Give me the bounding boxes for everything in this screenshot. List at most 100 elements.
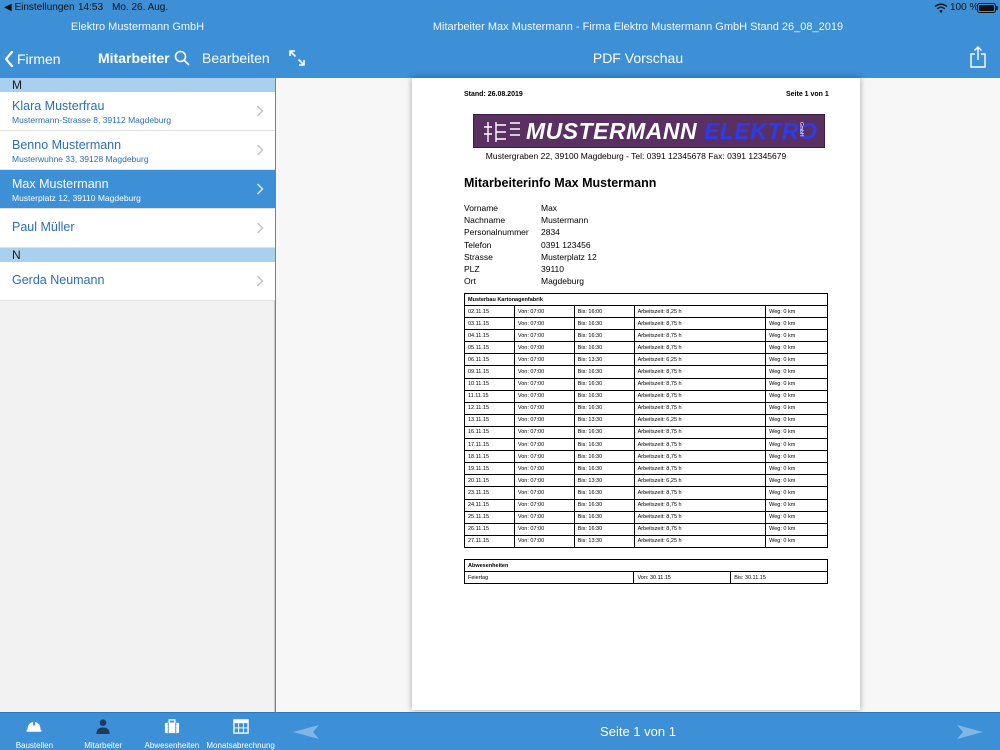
from-cell: Von: 07:00: [513, 413, 575, 427]
info-row: Nachname Mustermann: [464, 214, 597, 226]
pdf-page: Stand: 26.08.2019 Seite 1 von 1 MUSTERMA…: [412, 78, 860, 710]
from-cell: Von: 07:00: [513, 462, 575, 476]
table-row: 17.11.15 Von: 07:00 Bis: 16:30 Arbeitszeit:…: [464, 438, 828, 452]
from-cell: Von: 07:00: [513, 353, 575, 367]
chevron-left-icon: [4, 51, 14, 67]
table-row: 03.11.15 Von: 07:00 Bis: 16:30 Arbeitszeit:…: [464, 317, 828, 331]
to-cell: Bis: 13:30: [573, 353, 635, 367]
back-button[interactable]: Firmen: [4, 49, 61, 69]
date-cell: 10.11.15: [464, 377, 515, 391]
from-cell: Von: 07:00: [513, 329, 575, 343]
hours-cell: Arbeitszeit: 8,75 h: [633, 377, 767, 391]
helmet-icon: [26, 720, 42, 732]
company-address-line: Mustergraben 22, 39100 Magdeburg - Tel: …: [485, 151, 787, 161]
hours-cell: Arbeitszeit: 8,75 h: [633, 522, 767, 536]
table-row: 25.11.15 Von: 07:00 Bis: 16:30 Arbeitszeit:…: [464, 510, 828, 524]
info-value: 0391 123456: [541, 239, 591, 250]
hours-cell: Arbeitszeit: 6,25 h: [633, 353, 767, 367]
from-cell: Von: 07:00: [513, 317, 575, 331]
list-item-selected[interactable]: Max Mustermann Musterplatz 12, 39110 Mag…: [0, 170, 275, 209]
hours-cell: Arbeitszeit: 8,75 h: [633, 498, 767, 512]
distance-cell: Weg: 0 km: [765, 413, 828, 427]
hours-cell: Arbeitszeit: 6,25 h: [633, 474, 767, 488]
employee-name: Max Mustermann: [12, 177, 109, 191]
table-row: 20.11.15 Von: 07:00 Bis: 13:30 Arbeitszeit:…: [464, 474, 828, 488]
calendar-icon: [232, 719, 249, 734]
work-table-title: Musterbau Kartonagenfabrik: [464, 293, 828, 306]
from-cell: Von: 07:00: [513, 389, 575, 403]
detail-pane: 100 % Mitarbeiter Max Mustermann - Firma…: [276, 0, 1000, 750]
tab-mitarbeiter[interactable]: Mitarbeiter: [69, 713, 138, 750]
search-icon[interactable]: [174, 50, 190, 66]
table-row: 04.11.15 Von: 07:00 Bis: 16:30 Arbeitszeit:…: [464, 329, 828, 343]
date-cell: 12.11.15: [464, 401, 515, 415]
to-cell: Bis: 16:30: [573, 522, 635, 536]
tab-abwesenheiten[interactable]: Abwesenheiten: [138, 713, 207, 750]
status-back-app[interactable]: ◀ Einstellungen: [4, 2, 75, 13]
list-item[interactable]: Gerda Neumann: [0, 262, 275, 301]
to-cell: Bis: 16:30: [573, 438, 635, 452]
info-value: Magdeburg: [541, 276, 585, 287]
info-label: Vorname: [464, 203, 499, 213]
from-cell: Von: 07:00: [513, 486, 575, 500]
info-value: Mustermann: [541, 215, 589, 226]
tab-bar: Baustellen Mitarbeiter Abwesenheiten Mon…: [0, 712, 275, 750]
page-indicator: Seite 1 von 1: [600, 724, 676, 739]
list-item[interactable]: Klara Musterfrau Mustermann-Strasse 8, 3…: [0, 92, 275, 131]
distance-cell: Weg: 0 km: [765, 329, 828, 343]
info-label: PLZ: [464, 264, 480, 275]
status-time: 14:53: [78, 2, 104, 13]
table-row: 16.11.15 Von: 07:00 Bis: 16:30 Arbeitszeit:…: [464, 425, 828, 440]
company-logo: MUSTERMANN ELEKTRO GmbH: [473, 114, 825, 148]
hours-cell: Arbeitszeit: 8,75 h: [633, 425, 767, 440]
to-cell: Bis: 13:30: [573, 413, 635, 427]
hours-cell: Arbeitszeit: 8,75 h: [633, 365, 767, 379]
tab-monatsabrechnung[interactable]: Monatsabrechnung: [206, 713, 275, 750]
info-value: 2834: [541, 227, 560, 238]
info-label: Ort: [464, 276, 476, 287]
employee-name: Paul Müller: [12, 220, 75, 234]
distance-cell: Weg: 0 km: [765, 317, 828, 331]
tab-label: Mitarbeiter: [84, 741, 123, 750]
from-cell: Von: 07:00: [513, 450, 575, 464]
to-cell: Bis: 16:30: [573, 462, 635, 476]
chevron-right-icon: [256, 275, 264, 287]
date-cell: 27.11.15: [464, 534, 515, 548]
list-item[interactable]: Benno Mustermann Musterwuhne 33, 39128 M…: [0, 131, 275, 170]
document-title: Mitarbeiter Max Mustermann - Firma Elekt…: [432, 21, 844, 33]
distance-cell: Weg: 0 km: [765, 438, 828, 452]
info-label: Strasse: [464, 251, 493, 262]
table-row: 18.11.15 Von: 07:00 Bis: 16:30 Arbeitszeit:…: [464, 450, 828, 464]
battery-icon: [977, 3, 998, 13]
table-row: 02.11.15 Von: 07:00 Bis: 16:00 Arbeitszeit:…: [464, 304, 828, 319]
distance-cell: Weg: 0 km: [765, 353, 828, 367]
from-cell: Von: 07:00: [513, 522, 575, 536]
tab-label: Baustellen: [15, 741, 54, 750]
status-date: Mo. 26. Aug.: [112, 2, 169, 13]
section-header-n: N: [0, 248, 275, 262]
info-row: Ort Magdeburg: [464, 275, 597, 287]
tab-baustellen[interactable]: Baustellen: [0, 713, 69, 750]
section-header-m: M: [0, 78, 275, 92]
edit-button[interactable]: Bearbeiten: [202, 50, 270, 66]
employee-info: Vorname Max Nachname Mustermann Personalnu…: [464, 202, 597, 287]
pdf-heading: Mitarbeiterinfo Max Mustermann: [464, 176, 657, 190]
pdf-preview-title: PDF Vorschau: [592, 50, 684, 66]
table-row: 09.11.15 Von: 07:00 Bis: 16:30 Arbeitszeit:…: [464, 365, 828, 379]
distance-cell: Weg: 0 km: [765, 425, 828, 440]
hours-cell: Arbeitszeit: 8,75 h: [633, 317, 767, 331]
date-cell: 04.11.15: [464, 329, 515, 343]
hours-cell: Arbeitszeit: 8,75 h: [633, 438, 767, 452]
to-cell: Bis: 16:30: [573, 401, 635, 415]
next-page-icon[interactable]: [956, 722, 984, 742]
tab-label: Monatsabrechnung: [206, 741, 275, 750]
list-item[interactable]: Paul Müller: [0, 209, 275, 248]
logo-emblem-icon: [484, 122, 520, 142]
hours-cell: Arbeitszeit: 8,75 h: [633, 450, 767, 464]
to-cell: Bis: 16:30: [573, 450, 635, 464]
from-cell: Von: 07:00: [513, 377, 575, 391]
date-cell: 05.11.15: [464, 341, 515, 355]
table-row: 06.11.15 Von: 07:00 Bis: 13:30 Arbeitszeit:…: [464, 353, 828, 367]
share-icon[interactable]: [970, 46, 986, 68]
info-row: PLZ 39110: [464, 263, 597, 275]
